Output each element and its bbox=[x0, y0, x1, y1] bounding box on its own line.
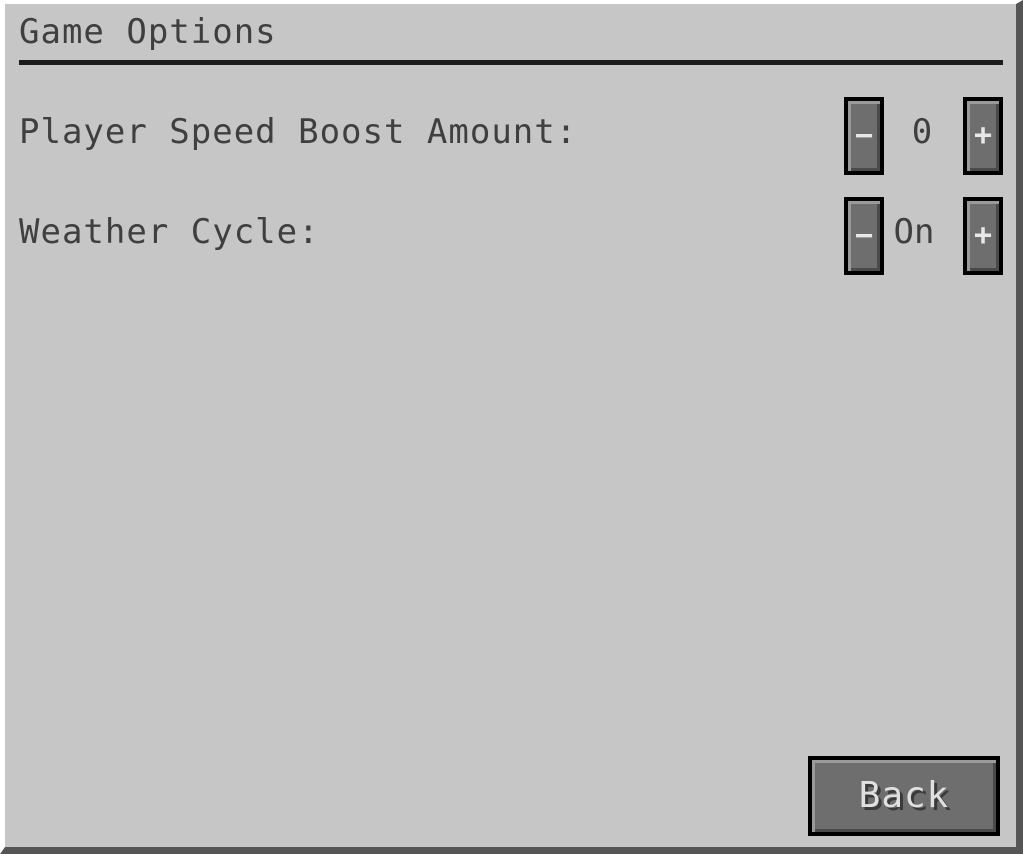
window-title: Game Options bbox=[19, 12, 277, 52]
game-options-window: Game Options Player Speed Boost Amount: … bbox=[0, 0, 1023, 854]
back-button[interactable]: Back bbox=[808, 756, 1000, 836]
player-speed-boost-label: Player Speed Boost Amount: bbox=[19, 112, 578, 152]
weather-cycle-value: On bbox=[893, 212, 935, 252]
player-speed-boost-increment-button[interactable]: + bbox=[963, 97, 1003, 175]
player-speed-boost-value: 0 bbox=[911, 112, 933, 152]
player-speed-boost-decrement-button[interactable]: − bbox=[844, 97, 884, 175]
title-divider bbox=[19, 60, 1003, 65]
weather-cycle-label: Weather Cycle: bbox=[19, 212, 320, 252]
weather-cycle-increment-button[interactable]: + bbox=[963, 197, 1003, 275]
